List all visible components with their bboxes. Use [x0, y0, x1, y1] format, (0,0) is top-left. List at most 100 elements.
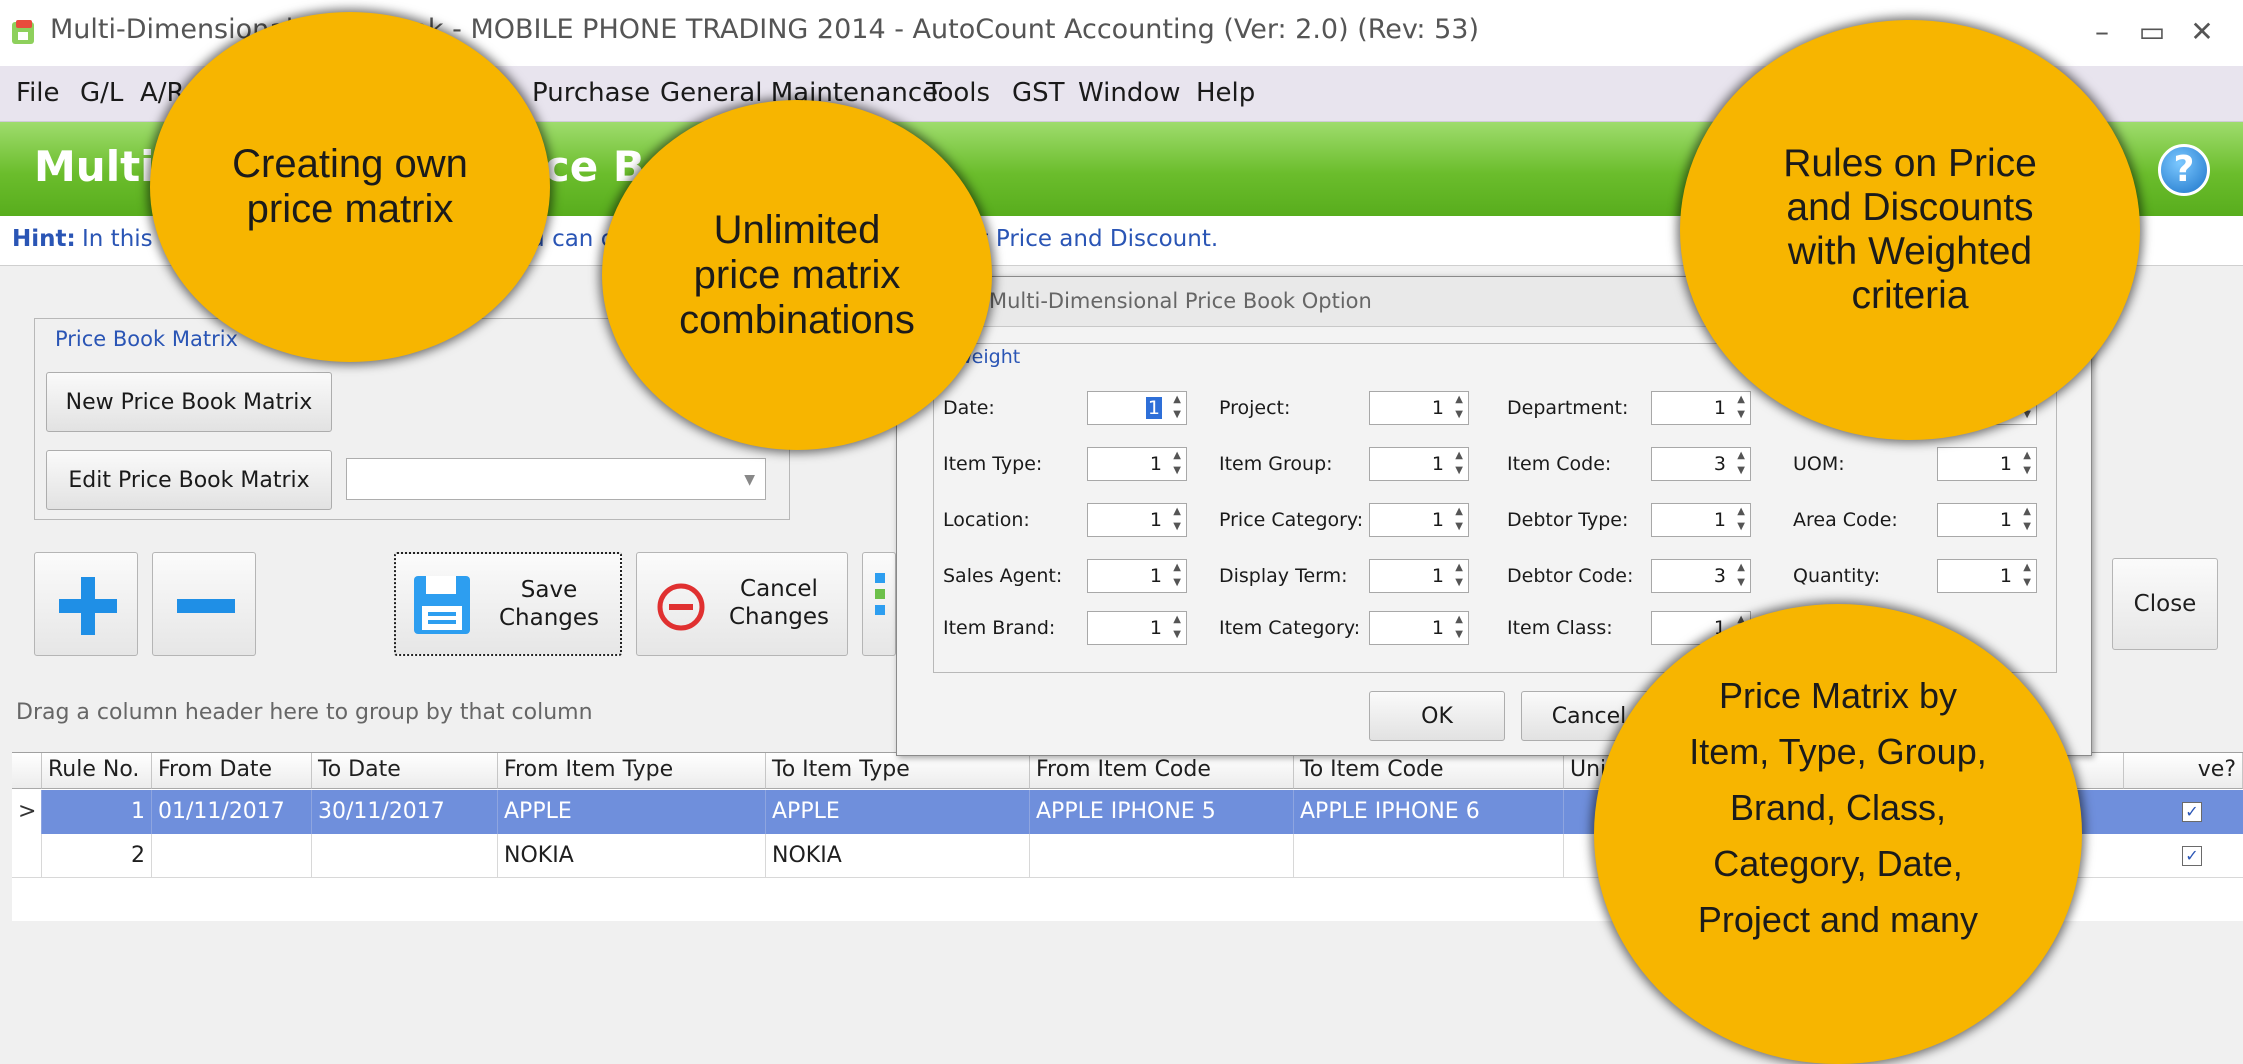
menu-window[interactable]: Window: [1078, 78, 1181, 108]
field-label: Price Category:: [1219, 509, 1364, 531]
cell-rule-no[interactable]: 1: [42, 790, 152, 834]
debtor-type-weight-spinner[interactable]: 1 ▲ ▼: [1651, 503, 1751, 537]
minimize-button[interactable]: –: [2080, 10, 2124, 54]
field-label: Quantity:: [1793, 565, 1881, 587]
plus-icon-bar: [59, 599, 117, 613]
group-by-hint: Drag a column header here to group by th…: [16, 700, 593, 725]
col-to-item-type[interactable]: To Item Type: [766, 753, 1030, 789]
help-icon[interactable]: ?: [2158, 144, 2210, 196]
cell-to-item-code[interactable]: [1294, 834, 1564, 878]
spin-value: 1: [1713, 397, 1726, 419]
cell-from-date[interactable]: 01/11/2017: [152, 790, 312, 834]
spin-value: 1: [1149, 565, 1162, 587]
quantity-weight-spinner[interactable]: 1 ▲ ▼: [1937, 559, 2037, 593]
field-label: Item Category:: [1219, 617, 1361, 639]
project-weight-spinner[interactable]: 1 ▲ ▼: [1369, 391, 1469, 425]
spin-arrows-icon: ▲▼: [1173, 562, 1181, 588]
spin-arrows-icon: ▲▼: [1173, 450, 1181, 476]
spin-arrows-icon: ▲▼: [1737, 562, 1745, 588]
new-price-book-matrix-button[interactable]: New Price Book Matrix: [46, 372, 332, 432]
field-label: Display Term:: [1219, 565, 1348, 587]
col-from-item-type[interactable]: From Item Type: [498, 753, 766, 789]
menu-gst[interactable]: GST: [1012, 78, 1065, 108]
field-label: UOM:: [1793, 453, 1845, 475]
date-weight-spinner[interactable]: 1 ▲ ▼: [1087, 391, 1187, 425]
cell-from-item-type[interactable]: APPLE: [498, 790, 766, 834]
cell-from-item-type[interactable]: NOKIA: [498, 834, 766, 878]
toolbar-button-partial[interactable]: [862, 552, 896, 656]
col-to-item-code[interactable]: To Item Code: [1294, 753, 1564, 789]
item-brand-weight-spinner[interactable]: 1 ▲ ▼: [1087, 611, 1187, 645]
spin-value: 3: [1713, 453, 1726, 475]
area-code-weight-spinner[interactable]: 1 ▲ ▼: [1937, 503, 2037, 537]
col-to-date[interactable]: To Date: [312, 753, 498, 789]
cell-to-date[interactable]: [312, 834, 498, 878]
col-from-item-code[interactable]: From Item Code: [1030, 753, 1294, 789]
field-label: Debtor Code:: [1507, 565, 1634, 587]
field-label: Area Code:: [1793, 509, 1898, 531]
field-label: Debtor Type:: [1507, 509, 1629, 531]
field-label: Project:: [1219, 397, 1291, 419]
menu-file[interactable]: File: [16, 78, 60, 108]
cell-to-item-code[interactable]: APPLE IPHONE 6: [1294, 790, 1564, 834]
spin-arrows-icon: ▲▼: [1455, 562, 1463, 588]
col-active[interactable]: ve?: [2124, 753, 2243, 789]
price-book-matrix-select[interactable]: ▼: [346, 458, 766, 500]
location-weight-spinner[interactable]: 1 ▲ ▼: [1087, 503, 1187, 537]
close-button[interactable]: Close: [2112, 558, 2218, 650]
menu-gl[interactable]: G/L: [80, 78, 123, 108]
cell-to-date[interactable]: 30/11/2017: [312, 790, 498, 834]
spin-arrows-icon: ▲▼: [1737, 450, 1745, 476]
callout-unlimited-combinations: Unlimited price matrix combinations: [602, 100, 992, 450]
remove-button[interactable]: [152, 552, 256, 656]
col-rule-no[interactable]: Rule No.: [42, 753, 152, 789]
item-category-weight-spinner[interactable]: 1 ▲ ▼: [1369, 611, 1469, 645]
save-changes-button[interactable]: Save Changes: [394, 552, 622, 656]
active-checkbox[interactable]: ✓: [2182, 802, 2202, 822]
spin-value: 1: [1431, 565, 1444, 587]
col-from-date[interactable]: From Date: [152, 753, 312, 789]
spin-value: 1: [1999, 565, 2012, 587]
spin-value: 3: [1713, 565, 1726, 587]
menu-help[interactable]: Help: [1196, 78, 1255, 108]
cell-from-date[interactable]: [152, 834, 312, 878]
department-weight-spinner[interactable]: 1 ▲ ▼: [1651, 391, 1751, 425]
debtor-code-weight-spinner[interactable]: 3 ▲ ▼: [1651, 559, 1751, 593]
maximize-button[interactable]: ▭: [2130, 10, 2174, 54]
cancel-icon: [657, 583, 705, 631]
grid-icon-cell: [875, 589, 885, 599]
menu-tools[interactable]: Tools: [926, 78, 990, 108]
ok-button[interactable]: OK: [1369, 691, 1505, 741]
cell-rule-no[interactable]: 2: [42, 834, 152, 878]
spin-arrows-icon: ▲▼: [1173, 506, 1181, 532]
spin-value: 1: [1431, 397, 1444, 419]
save-changes-label: Save Changes: [498, 577, 600, 631]
display-term-weight-spinner[interactable]: 1 ▲ ▼: [1369, 559, 1469, 593]
add-button[interactable]: [34, 552, 138, 656]
spin-value: 1: [1149, 617, 1162, 639]
field-label: Item Group:: [1219, 453, 1333, 475]
active-checkbox[interactable]: ✓: [2182, 846, 2202, 866]
cancel-changes-button[interactable]: Cancel Changes: [636, 552, 848, 656]
spin-value: 1: [1999, 453, 2012, 475]
item-group-weight-spinner[interactable]: 1 ▲ ▼: [1369, 447, 1469, 481]
field-label: Item Type:: [943, 453, 1043, 475]
edit-price-book-matrix-button[interactable]: Edit Price Book Matrix: [46, 450, 332, 510]
app-icon: [12, 20, 34, 44]
spin-arrows-icon: ▲▼: [1455, 394, 1463, 420]
item-code-weight-spinner[interactable]: 3 ▲ ▼: [1651, 447, 1751, 481]
spin-arrows-icon: ▲▼: [1737, 394, 1745, 420]
uom-weight-spinner[interactable]: 1 ▲ ▼: [1937, 447, 2037, 481]
cell-from-item-code[interactable]: [1030, 834, 1294, 878]
price-category-weight-spinner[interactable]: 1 ▲ ▼: [1369, 503, 1469, 537]
callout-own-price-matrix: Creating own price matrix: [150, 12, 550, 362]
menu-purchase[interactable]: Purchase: [532, 78, 650, 108]
close-window-button[interactable]: ✕: [2180, 10, 2224, 54]
spin-arrows-icon: ▲▼: [2023, 450, 2031, 476]
cell-to-item-type[interactable]: NOKIA: [766, 834, 1030, 878]
cell-from-item-code[interactable]: APPLE IPHONE 5: [1030, 790, 1294, 834]
cell-to-item-type[interactable]: APPLE: [766, 790, 1030, 834]
minus-icon: [177, 599, 235, 613]
sales-agent-weight-spinner[interactable]: 1 ▲ ▼: [1087, 559, 1187, 593]
item-type-weight-spinner[interactable]: 1 ▲ ▼: [1087, 447, 1187, 481]
